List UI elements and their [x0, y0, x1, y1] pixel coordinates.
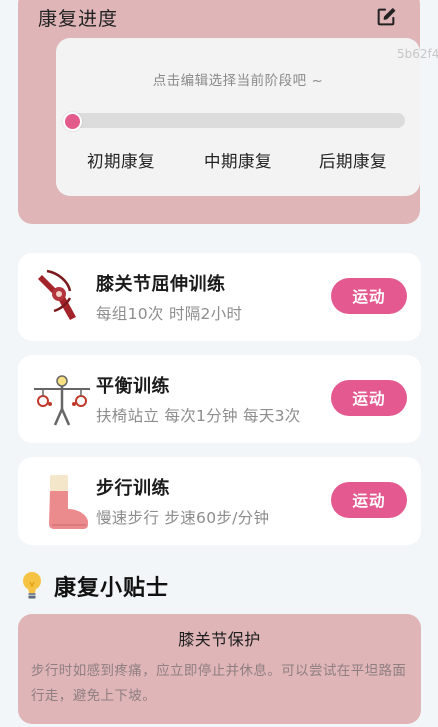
exercise-desc: 慢速步行 步速60步/分钟	[96, 509, 270, 527]
tip-card-title: 膝关节保护	[178, 630, 261, 649]
exercise-desc: 每组10次 时隔2小时	[96, 305, 243, 323]
progress-title: 康复进度	[38, 8, 119, 30]
stage-selector-panel[interactable]: 点击编辑选择当前阶段吧 ~ 初期康复 中期康复 后期康复	[56, 38, 420, 196]
stage-slider-thumb[interactable]	[63, 112, 82, 131]
start-exercise-button[interactable]: 运动	[331, 482, 407, 518]
exercise-title: 平衡训练	[96, 376, 170, 397]
exercise-title: 步行训练	[96, 478, 170, 499]
tip-card: 膝关节保护 步行时如感到疼痛，应立即停止并休息。可以尝试在平坦路面行走，避免上下…	[18, 614, 421, 724]
exercise-desc: 扶椅站立 每次1分钟 每天3次	[96, 407, 301, 425]
foot-icon	[49, 475, 88, 529]
exercise-card-balance: 平衡训练 扶椅站立 每次1分钟 每天3次 运动	[18, 355, 421, 443]
tip-card-text: 步行时如感到疼痛，应立即停止并休息。可以尝试在平坦路面行走，避免上下坡。	[31, 663, 407, 704]
exercise-title: 膝关节屈伸训练	[96, 274, 226, 295]
knee-joint-icon	[38, 269, 76, 320]
start-exercise-button[interactable]: 运动	[331, 380, 407, 416]
edit-icon[interactable]	[375, 6, 397, 28]
lightbulb-icon	[23, 572, 41, 599]
stage-hint: 点击编辑选择当前阶段吧 ~	[152, 73, 324, 89]
stage-label-middle[interactable]: 中期康复	[204, 148, 272, 172]
rehab-progress-card: 康复进度 点击编辑选择当前阶段吧 ~ 初期康复 中期康复 后期康复	[18, 0, 420, 224]
stage-slider-track[interactable]	[68, 113, 405, 128]
stage-label-late[interactable]: 后期康复	[319, 148, 387, 172]
start-exercise-button[interactable]: 运动	[331, 278, 407, 314]
exercise-card-walking: 步行训练 慢速步行 步速60步/分钟 运动	[18, 457, 421, 545]
balance-training-icon	[34, 375, 90, 426]
stage-label-early[interactable]: 初期康复	[87, 148, 155, 172]
exercise-card-knee: 膝关节屈伸训练 每组10次 时隔2小时 运动	[18, 253, 421, 341]
watermark-text: 5b62f4	[397, 47, 438, 61]
tips-title: 康复小贴士	[54, 576, 170, 601]
